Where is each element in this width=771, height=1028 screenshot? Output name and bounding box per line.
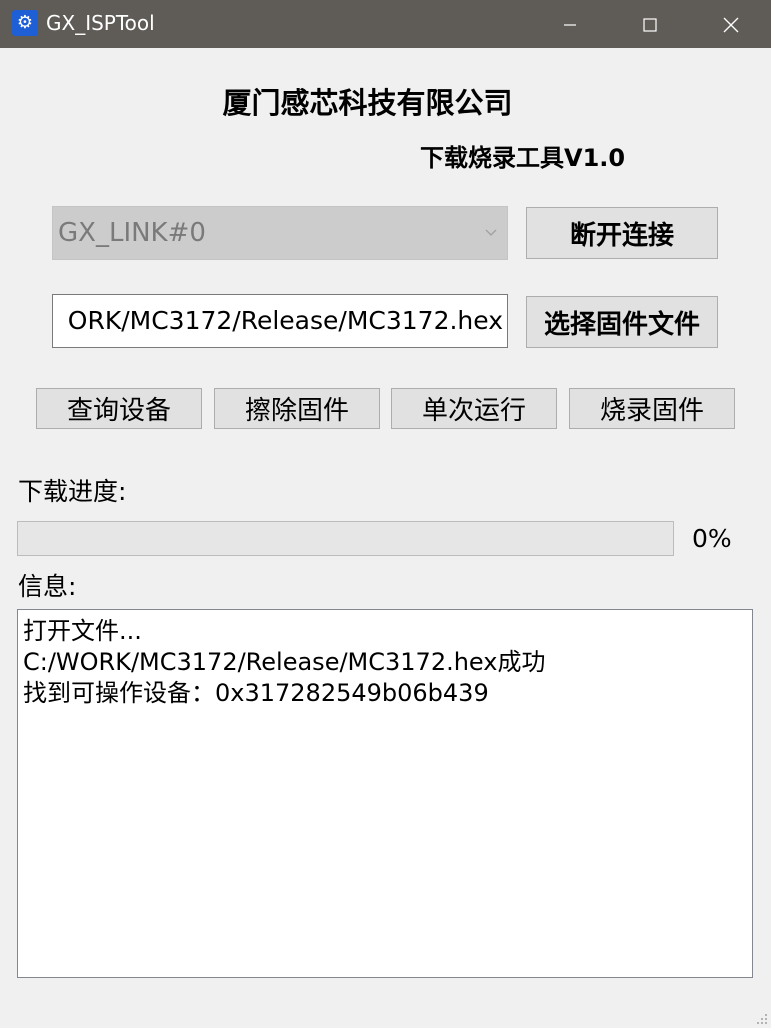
run-once-button[interactable]: 单次运行 xyxy=(391,388,557,429)
log-line: C:/WORK/MC3172/Release/MC3172.hex成功 xyxy=(23,648,546,676)
window-title: GX_ISPTool xyxy=(46,11,155,35)
log-line: 找到可操作设备：0x317282549b06b439 xyxy=(23,679,489,707)
device-select-value: GX_LINK#0 xyxy=(58,218,206,248)
progress-percent: 0% xyxy=(692,524,732,553)
gear-icon: ⚙ xyxy=(12,10,38,36)
close-button[interactable] xyxy=(691,0,771,48)
maximize-button[interactable] xyxy=(610,0,690,48)
disconnect-button[interactable]: 断开连接 xyxy=(526,207,718,259)
title-bar: ⚙ GX_ISPTool xyxy=(0,0,771,48)
minimize-icon xyxy=(564,23,576,26)
maximize-icon xyxy=(643,17,657,32)
resize-grip-icon[interactable] xyxy=(756,1013,768,1025)
close-icon xyxy=(723,17,739,32)
info-label: 信息: xyxy=(18,572,77,601)
info-log[interactable]: 打开文件... C:/WORK/MC3172/Release/MC3172.he… xyxy=(17,609,753,978)
log-line: 打开文件... xyxy=(23,617,142,645)
download-progress-label: 下载进度: xyxy=(18,477,127,506)
company-name: 厦门感芯科技有限公司 xyxy=(222,86,513,120)
erase-firmware-button[interactable]: 擦除固件 xyxy=(214,388,380,429)
minimize-button[interactable] xyxy=(530,0,610,48)
chevron-down-icon xyxy=(485,229,497,236)
choose-firmware-button[interactable]: 选择固件文件 xyxy=(526,296,718,348)
burn-firmware-button[interactable]: 烧录固件 xyxy=(569,388,735,429)
firmware-path-value: ORK/MC3172/Release/MC3172.hex xyxy=(67,306,503,335)
firmware-path-field[interactable]: ORK/MC3172/Release/MC3172.hex xyxy=(52,294,508,348)
tool-subtitle: 下载烧录工具V1.0 xyxy=(420,144,626,172)
query-device-button[interactable]: 查询设备 xyxy=(36,388,202,429)
download-progress-bar xyxy=(17,521,674,556)
device-select[interactable]: GX_LINK#0 xyxy=(52,206,508,260)
